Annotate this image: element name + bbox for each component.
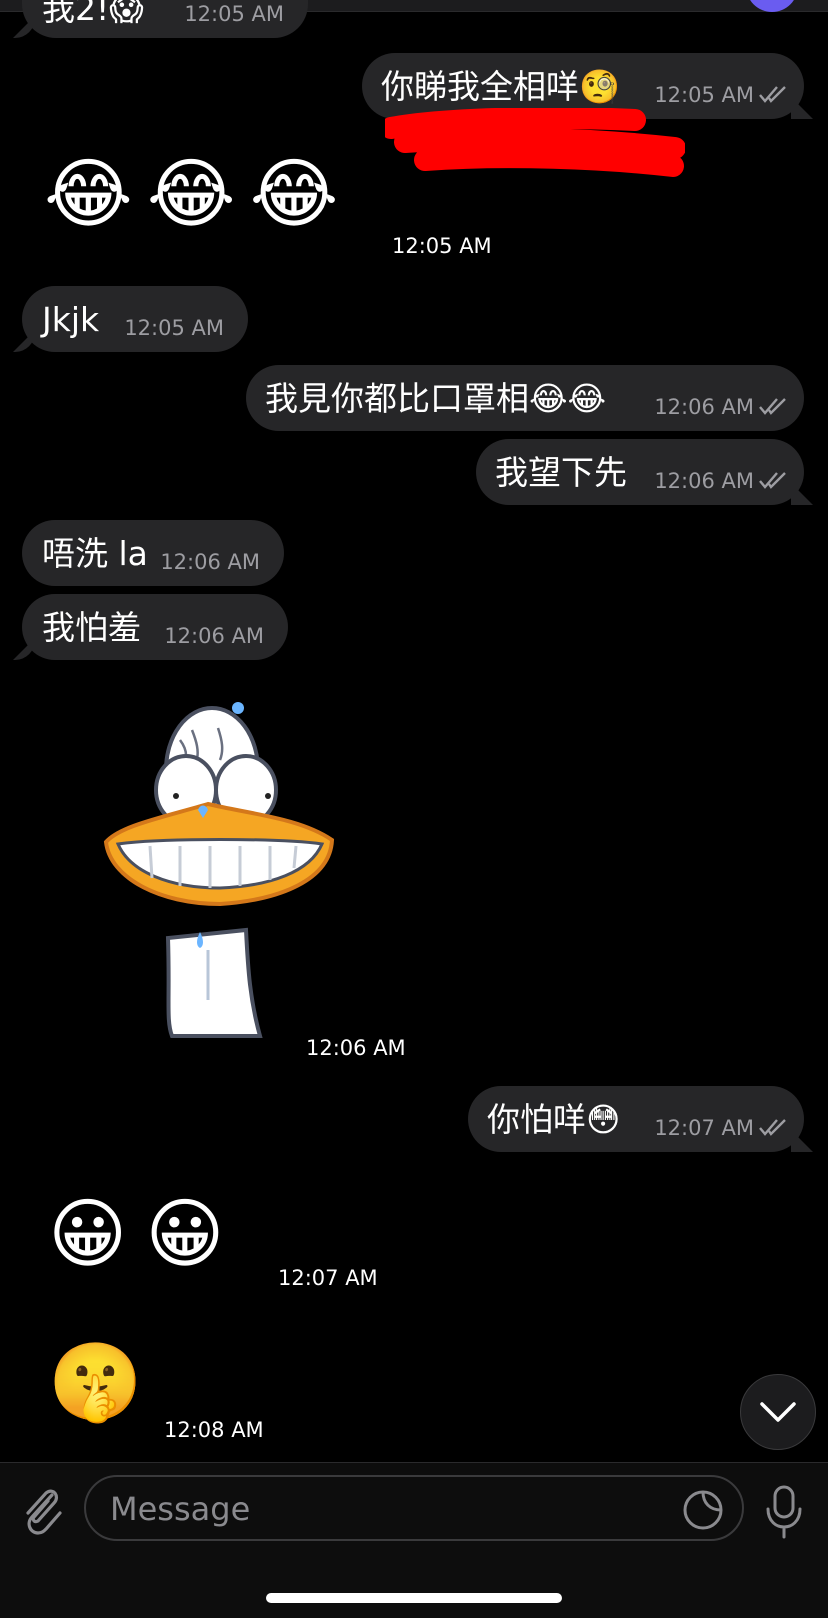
bubble-tail [791,483,813,505]
message-time: 12:05 AM [654,83,754,107]
message-time: 12:06 AM [164,624,264,648]
bubble-tail [13,330,35,352]
message-text: 我望下先 [495,452,627,492]
microphone-icon[interactable] [762,1483,806,1539]
message-text: 我見你都比口罩相😂😂 [265,378,607,418]
message-time: 12:05 AM [392,234,492,258]
bubble-tail [791,97,813,119]
message-time: 12:06 AM [654,395,754,419]
chevron-down-icon [760,1402,796,1422]
emoji-message[interactable]: 😂😂😂 [44,156,352,232]
message-bubble-outgoing[interactable]: 我見你都比口罩相😂😂 12:06 AM [246,365,804,431]
message-time: 12:08 AM [164,1418,264,1442]
message-time: 12:07 AM [654,1116,754,1140]
message-bubble-incoming[interactable]: 我2!😱 12:05 AM [13,0,308,38]
message-input-wrapper [84,1475,744,1541]
message-text: 我2!😱 [42,0,144,28]
message-input[interactable] [110,1487,650,1531]
home-indicator[interactable] [266,1593,562,1603]
message-text: 我怕羞 [42,607,141,647]
message-bubble-incoming[interactable]: 唔洗 la 12:06 AM [22,520,284,586]
message-bubble-outgoing[interactable]: 我望下先 12:06 AM [476,439,813,505]
bubble-tail [13,16,35,38]
message-bubble-incoming[interactable]: Jkjk 12:05 AM [13,286,248,352]
scroll-to-bottom-button[interactable] [740,1374,816,1450]
message-time: 12:06 AM [306,1036,406,1060]
double-check-icon [759,398,786,415]
message-time: 12:05 AM [184,2,284,26]
double-check-icon [759,86,786,103]
emoji-message[interactable]: 🤫 [48,1344,143,1420]
message-text: Jkjk [42,299,100,339]
message-time: 12:06 AM [160,550,260,574]
emoji-message[interactable]: 😀😀 [48,1196,242,1272]
message-time: 12:06 AM [654,469,754,493]
composer-bar [0,1462,828,1618]
message-bubble-outgoing[interactable]: 你怕咩😳 12:07 AM [468,1086,813,1152]
paperclip-icon[interactable] [18,1483,66,1539]
double-check-icon [759,472,786,489]
message-time: 12:07 AM [278,1266,378,1290]
message-text: 你怕咩😳 [487,1099,621,1139]
duck-grin-sticker[interactable] [100,700,340,1045]
sticker-icon[interactable] [682,1489,724,1531]
double-check-icon [759,1119,786,1136]
redaction-scribble [385,108,685,177]
bubble-tail [13,638,35,660]
message-bubble-incoming[interactable]: 我怕羞 12:06 AM [13,594,288,660]
message-text: 唔洗 la [42,533,148,573]
bubble-tail [791,1130,813,1152]
message-text: 你睇我全相咩🧐 [381,66,621,106]
message-time: 12:05 AM [124,316,224,340]
